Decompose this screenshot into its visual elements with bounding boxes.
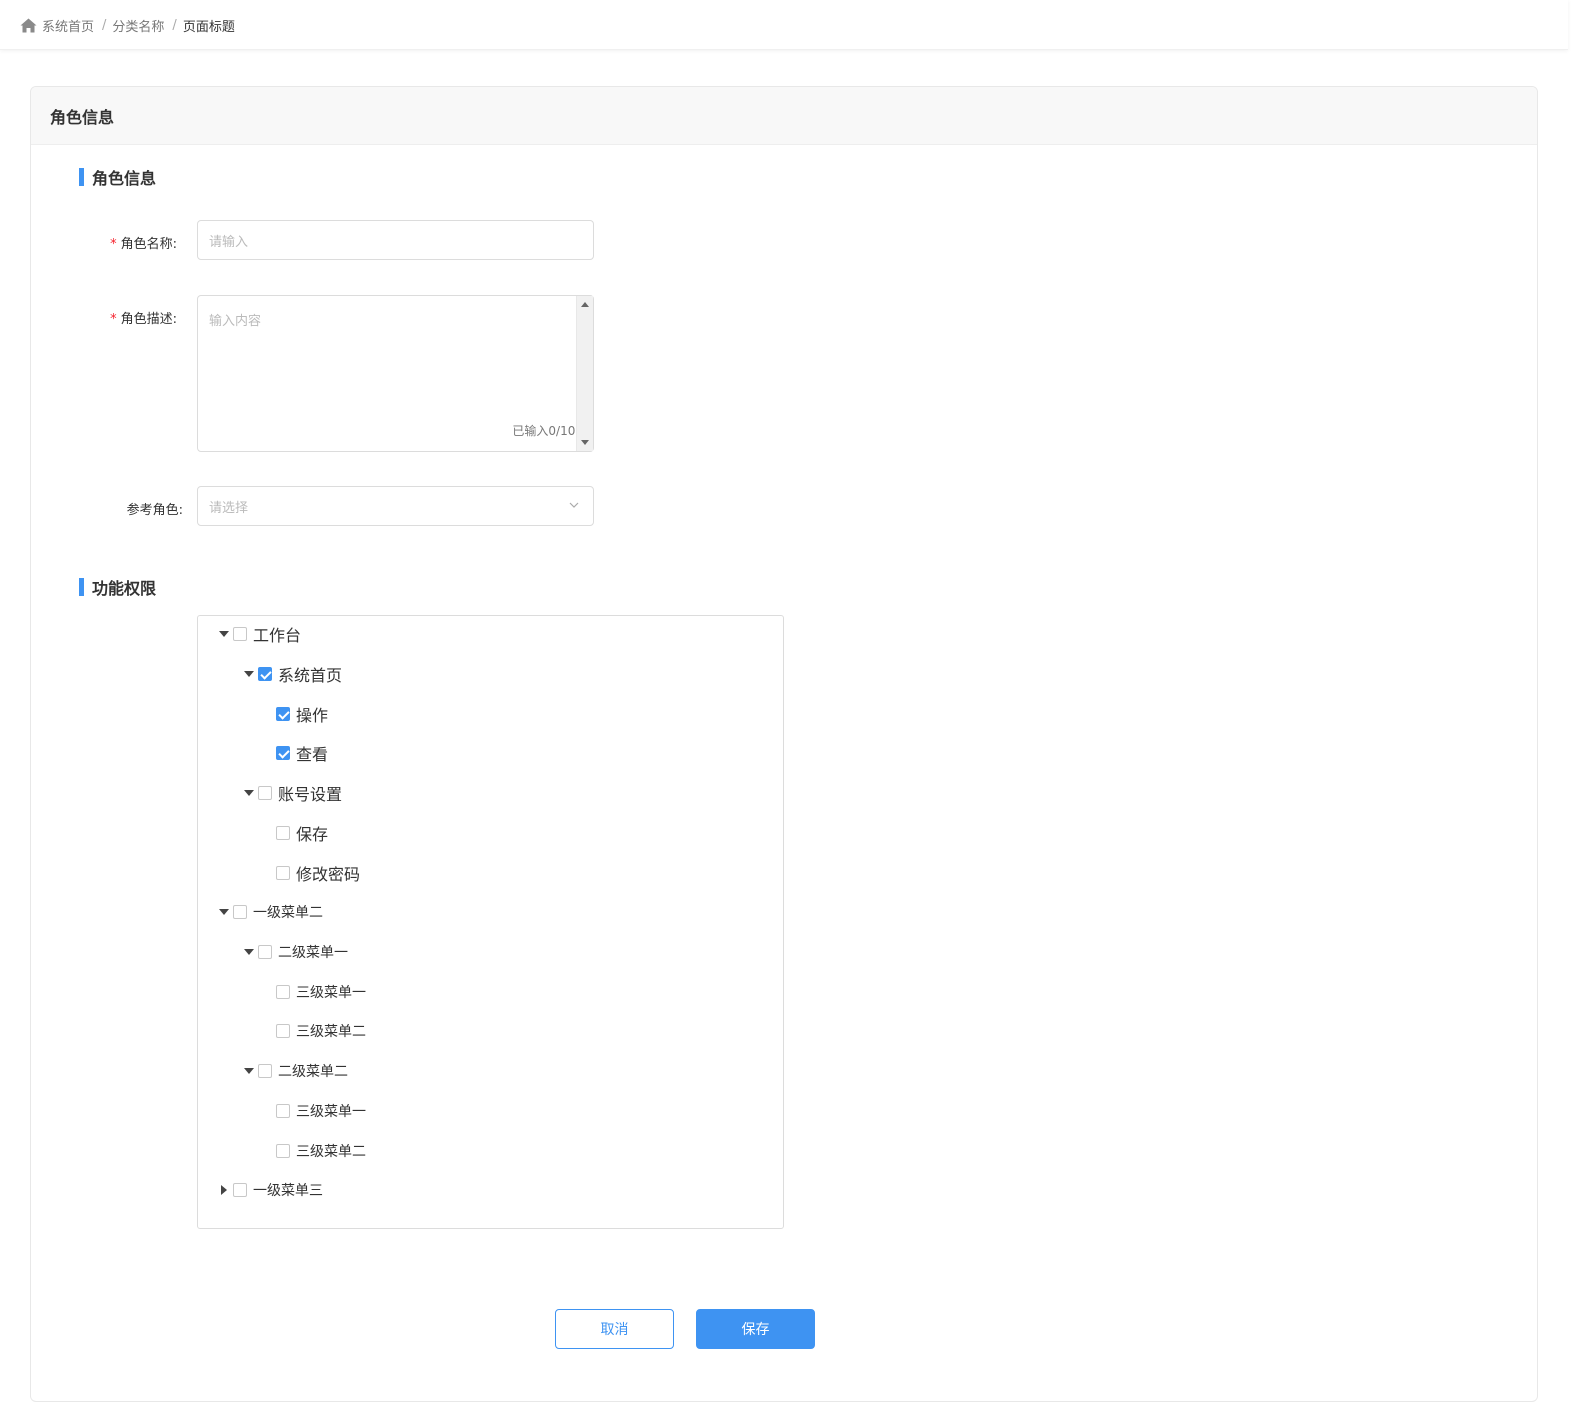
save-button[interactable]: 保存 [696,1309,815,1349]
required-mark: * [110,312,117,327]
tree-checkbox[interactable] [233,1183,247,1197]
caret-down-icon[interactable] [217,627,231,641]
card-header: 角色信息 [31,87,1537,145]
role-card: 角色信息 角色信息 * 角色名称: 请输入 * 角色描述: 输入内容 已输入0/10… [30,86,1538,1402]
ref-role-select[interactable]: 请选择 [197,486,594,526]
tree-node-label: 三级菜单二 [296,1144,366,1160]
tree-node[interactable]: 三级菜单一 [276,1100,366,1122]
tree-node-label: 保存 [296,825,329,844]
tree-checkbox[interactable] [276,1144,290,1158]
tree-node-label: 三级菜单一 [296,1104,366,1120]
role-desc-placeholder: 输入内容 [209,314,262,329]
role-name-input[interactable]: 请输入 [197,220,594,260]
section-marker [79,578,84,596]
tree-checkbox[interactable] [276,707,290,721]
textarea-scrollbar[interactable] [576,296,593,451]
tree-node-label: 系统首页 [278,666,343,685]
chevron-down-icon [569,502,579,508]
tree-checkbox[interactable] [276,985,290,999]
tree-checkbox[interactable] [258,786,272,800]
caret-down-icon[interactable] [242,1064,256,1078]
breadcrumb-separator: / [172,18,177,33]
tree-node[interactable]: 工作台 [217,623,301,645]
tree-node-label: 二级菜单一 [278,945,348,961]
section-title-text: 功能权限 [92,579,157,598]
tree-checkbox[interactable] [233,905,247,919]
tree-checkbox[interactable] [276,1024,290,1038]
breadcrumb-home[interactable]: 系统首页 [42,16,94,35]
tree-node[interactable]: 修改密码 [276,862,360,884]
caret-right-icon[interactable] [217,1183,231,1197]
home-icon[interactable] [20,18,37,33]
tree-node-label: 操作 [296,706,329,725]
char-counter: 已输入0/100 [512,424,583,438]
role-name-label-text: 角色名称: [120,237,177,252]
caret-down-icon[interactable] [242,667,256,681]
scroll-up-arrow-icon[interactable] [581,302,589,307]
tree-checkbox[interactable] [258,1064,272,1078]
role-desc-label: * 角色描述: [37,308,177,327]
tree-node[interactable]: 一级菜单二 [217,901,323,923]
breadcrumb-category[interactable]: 分类名称 [112,16,164,35]
section-role-info: 角色信息 [79,165,156,189]
tree-checkbox[interactable] [258,667,272,681]
tree-checkbox[interactable] [276,866,290,880]
tree-node-label: 查看 [296,745,329,764]
caret-down-icon[interactable] [242,945,256,959]
tree-checkbox[interactable] [276,826,290,840]
tree-checkbox[interactable] [258,945,272,959]
tree-node[interactable]: 系统首页 [242,663,342,685]
role-desc-textarea[interactable]: 输入内容 已输入0/100 [197,295,594,452]
section-marker [79,168,84,186]
tree-node[interactable]: 账号设置 [242,782,342,804]
section-permissions: 功能权限 [79,575,156,599]
ref-role-placeholder: 请选择 [209,500,249,516]
breadcrumb: 系统首页 / 分类名称 / 页面标题 [20,16,235,35]
card-title: 角色信息 [50,107,115,127]
caret-down-icon[interactable] [242,786,256,800]
top-bar: 系统首页 / 分类名称 / 页面标题 [0,0,1568,50]
tree-node[interactable]: 操作 [276,703,328,725]
tree-node[interactable]: 三级菜单二 [276,1020,366,1042]
tree-node-label: 一级菜单二 [253,905,323,921]
tree-node[interactable]: 一级菜单三 [217,1179,323,1201]
tree-node-label: 修改密码 [296,865,361,884]
tree-checkbox[interactable] [276,746,290,760]
tree-node-label: 账号设置 [278,785,343,804]
cancel-button[interactable]: 取消 [555,1309,674,1349]
breadcrumb-separator: / [102,18,107,33]
tree-node[interactable]: 保存 [276,822,328,844]
tree-node-label: 二级菜单二 [278,1064,348,1080]
role-name-label: * 角色名称: [37,233,177,252]
role-name-placeholder: 请输入 [209,234,249,250]
tree-node[interactable]: 三级菜单一 [276,981,366,1003]
breadcrumb-current: 页面标题 [182,20,235,35]
ref-role-label-text: 参考角色: [126,503,183,518]
tree-node-label: 三级菜单二 [296,1024,366,1040]
tree-node[interactable]: 二级菜单二 [242,1060,348,1082]
section-title-text: 角色信息 [92,169,157,188]
role-desc-label-text: 角色描述: [120,312,177,327]
ref-role-label: 参考角色: [43,499,183,518]
required-mark: * [110,237,117,252]
tree-node[interactable]: 二级菜单一 [242,941,348,963]
tree-checkbox[interactable] [233,627,247,641]
tree-node-label: 工作台 [253,626,302,645]
caret-down-icon[interactable] [217,905,231,919]
tree-checkbox[interactable] [276,1104,290,1118]
scroll-down-arrow-icon[interactable] [581,440,589,445]
tree-node[interactable]: 查看 [276,742,328,764]
tree-node-label: 三级菜单一 [296,985,366,1001]
tree-node[interactable]: 三级菜单二 [276,1140,366,1162]
permission-tree: 工作台 系统首页 操作 查看 账号设置 保存 修改密码 一级菜单二 二级菜单一 三级菜单一 三级菜单… [197,615,784,1229]
tree-node-label: 一级菜单三 [253,1183,323,1199]
